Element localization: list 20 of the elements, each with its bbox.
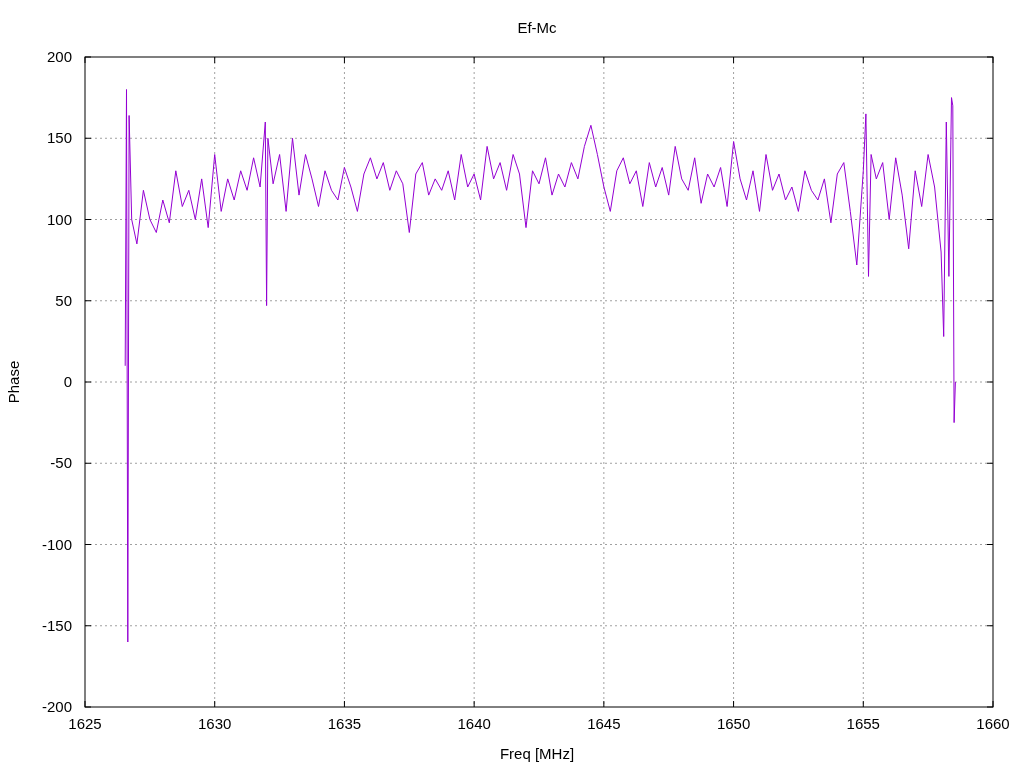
y-tick-label: -150 <box>41 616 72 634</box>
x-tick-label: 1640 <box>457 715 491 732</box>
x-tick-label: 1660 <box>976 715 1010 732</box>
y-tick-label: -100 <box>41 535 72 553</box>
y-tick-label: 150 <box>46 129 72 147</box>
y-tick-label: 200 <box>46 48 72 65</box>
y-axis-label: Phase <box>5 360 22 404</box>
y-tick-label: 100 <box>46 210 72 228</box>
x-axis-label: Freq [MHz] <box>499 745 575 762</box>
x-tick-label: 1645 <box>587 715 621 732</box>
y-tick-label: 0 <box>63 373 72 390</box>
x-tick-label: 1630 <box>198 715 232 732</box>
x-tick-label: 1635 <box>327 715 362 732</box>
chart-title: Ef-Mc <box>517 19 557 36</box>
y-tick-label: -200 <box>41 698 72 715</box>
y-tick-label: -50 <box>50 454 72 472</box>
x-tick-label: 1655 <box>846 715 880 732</box>
y-tick-label: 50 <box>55 291 72 309</box>
x-tick-label: 1625 <box>68 715 102 732</box>
x-tick-label: 1650 <box>716 715 751 732</box>
